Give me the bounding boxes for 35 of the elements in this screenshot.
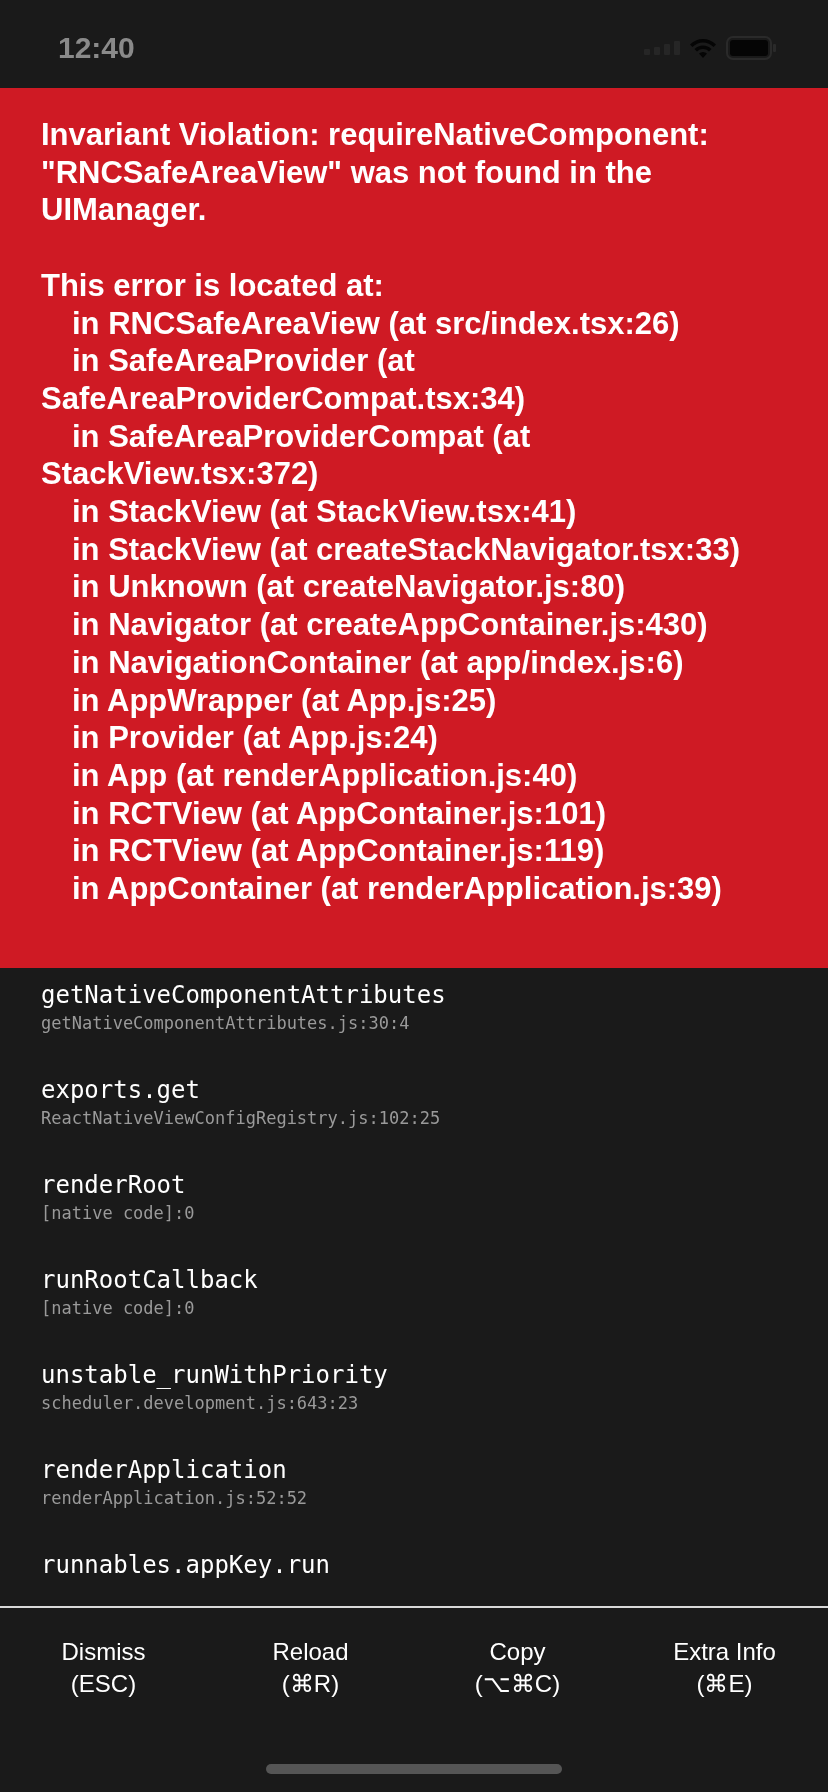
stack-frame-method: exports.get <box>41 1075 201 1105</box>
component-stack-line: in SafeAreaProvider (at SafeAreaProviderCompat.tsx:34) <box>41 342 527 418</box>
component-stack-line: in App (at renderApplication.js:40) <box>71 756 579 795</box>
component-stack-line: in Provider (at App.js:24) <box>71 719 439 757</box>
footer-button[interactable]: Extra Info (⌘E) <box>673 1630 776 1706</box>
component-stack-line: in NavigationContainer (at app/index.js:6) <box>71 643 685 682</box>
error-location-header: This error is located at: <box>41 266 385 305</box>
stack-frame-file: [native code]:0 <box>41 1297 196 1320</box>
component-stack-line: in StackView (at StackView.tsx:41) <box>71 493 578 531</box>
status-time: 12:40 <box>58 30 135 65</box>
footer-button[interactable]: Copy (⌥⌘C) <box>474 1630 561 1706</box>
stack-frame-file: renderApplication.js:52:52 <box>41 1487 309 1510</box>
battery-icon <box>726 36 776 60</box>
component-stack-line: in RNCSafeAreaView (at src/index.tsx:26) <box>71 304 681 343</box>
component-stack-line: in StackView (at createStackNavigator.tsx:33) <box>71 530 741 569</box>
stack-frame-method: runnables.appKey.run <box>41 1550 331 1580</box>
footer-button[interactable]: Reload (⌘R) <box>272 1630 349 1706</box>
stack-frame-method: runRootCallback <box>41 1265 259 1295</box>
component-stack-line: in Unknown (at createNavigator.js:80) <box>71 568 626 607</box>
stack-frame-file: [native code]:0 <box>41 1202 196 1225</box>
stack-frame-file: scheduler.development.js:643:23 <box>41 1392 360 1415</box>
component-stack-line: in RCTView (at AppContainer.js:101) <box>71 794 607 833</box>
component-stack-line: in SafeAreaProviderCompat (at StackView.tsx:372) <box>41 417 532 493</box>
error-message: Invariant Violation: requireNativeComponent: "RNCSafeAreaView" was not found in the UIManager. <box>41 116 710 230</box>
component-stack-line: in RCTView (at AppContainer.js:119) <box>71 832 606 871</box>
component-stack-line: in AppWrapper (at App.js:25) <box>71 681 498 720</box>
stack-frame-file: getNativeComponentAttributes.js:30:4 <box>41 1012 411 1035</box>
stack-frame-method: getNativeComponentAttributes <box>41 980 447 1010</box>
stack-frame-method: renderRoot <box>41 1170 187 1200</box>
component-stack-line: in Navigator (at createAppContainer.js:430) <box>71 606 709 644</box>
stack-frame-method: unstable_runWithPriority <box>41 1360 389 1390</box>
stack-frame-method: renderApplication <box>41 1455 288 1485</box>
stack-frame-file: ReactNativeViewConfigRegistry.js:102:25 <box>41 1107 442 1130</box>
component-stack-line: in AppContainer (at renderApplication.js:39) <box>71 870 723 908</box>
footer-button[interactable]: Dismiss (ESC) <box>61 1630 146 1706</box>
